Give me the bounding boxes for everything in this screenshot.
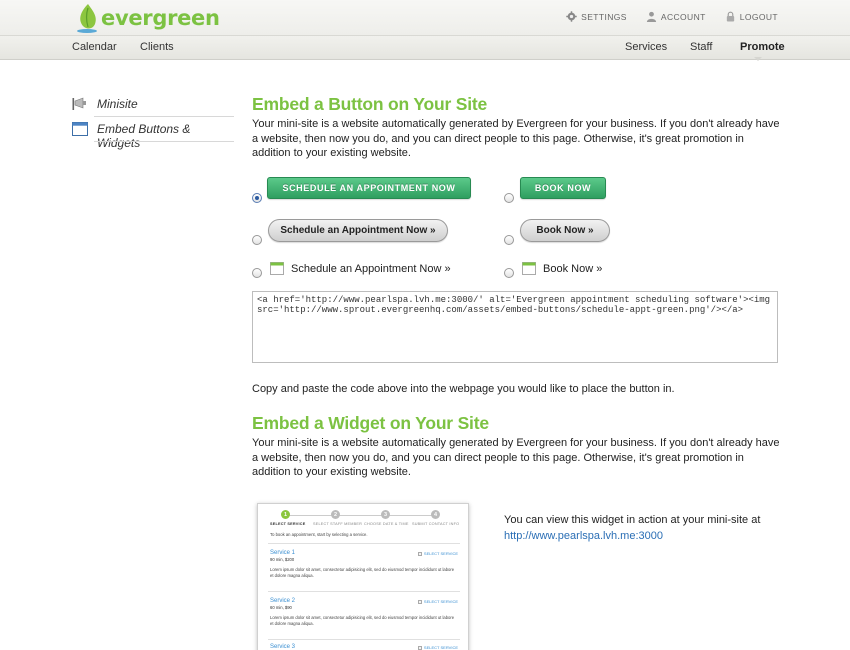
account-links: SETTINGS ACCOUNT LOGOUT: [566, 11, 778, 22]
nav-services[interactable]: Services: [625, 41, 667, 53]
radio-gray-short[interactable]: [504, 235, 514, 245]
radio-plain-short[interactable]: [504, 268, 514, 278]
step-3-label: CHOOSE DATE & TIME: [364, 522, 409, 526]
sidebar-label-embed: Embed Buttons & Widgets: [97, 122, 191, 150]
sidebar-item-embed[interactable]: Embed Buttons & Widgets: [72, 120, 234, 150]
logout-label: LOGOUT: [739, 11, 778, 22]
option-plain-schedule-link[interactable]: Schedule an Appointment Now »: [270, 262, 451, 275]
widget-divider: [268, 639, 460, 640]
step-2-marker: 2: [331, 510, 340, 519]
logout-link[interactable]: LOGOUT: [725, 11, 778, 22]
service-description: Lorem ipsum dolor sit amet, consectetur …: [270, 615, 455, 626]
evergreen-logo[interactable]: evergreen: [74, 2, 220, 34]
top-bar: evergreen SETTINGS ACCOUNT LOGOUT: [0, 0, 850, 36]
nav-staff[interactable]: Staff: [690, 41, 712, 53]
settings-label: SETTINGS: [581, 11, 627, 22]
select-service-label: SELECT SERVICE: [423, 551, 458, 556]
nav-promote[interactable]: Promote: [740, 41, 785, 53]
select-service-label: SELECT SERVICE: [423, 599, 458, 604]
radio-gray-long[interactable]: [252, 235, 262, 245]
embed-code-textarea[interactable]: <a href='http://www.pearlspa.lvh.me:3000…: [252, 291, 778, 363]
calendar-icon: [270, 262, 284, 275]
sidebar-divider: [94, 141, 234, 142]
leaf-logo-icon: [77, 4, 97, 33]
step-4-marker: 4: [431, 510, 440, 519]
minisite-link[interactable]: http://www.pearlspa.lvh.me:3000: [504, 528, 760, 544]
widget-divider: [268, 543, 460, 544]
gear-icon: [566, 11, 577, 22]
logo-wordmark: evergreen: [101, 6, 220, 30]
settings-link[interactable]: SETTINGS: [566, 11, 627, 22]
widget-intro: To book an appointment, start by selecti…: [270, 532, 368, 537]
plain-schedule-label: Schedule an Appointment Now »: [291, 262, 451, 275]
embed-button-description: Your mini-site is a website automaticall…: [252, 118, 780, 159]
select-service-2-button: SELECT SERVICE: [417, 599, 458, 604]
sidebar-item-minisite[interactable]: Minisite: [72, 95, 234, 117]
service-meta: 60 min, $90: [270, 605, 292, 610]
service-meta: 90 min, $200: [270, 557, 295, 562]
window-icon: [72, 122, 88, 136]
person-icon: [646, 11, 656, 22]
megaphone-icon: [72, 97, 86, 110]
step-1-marker: 1: [281, 510, 290, 519]
option-plain-book-link[interactable]: Book Now »: [522, 262, 602, 275]
widget-steps: 1 2 3 4: [258, 510, 468, 522]
step-3-marker: 3: [381, 510, 390, 519]
step-1-label: SELECT SERVICE: [270, 522, 306, 526]
radio-plain-long[interactable]: [252, 268, 262, 278]
widget-note-text: You can view this widget in action at yo…: [504, 514, 761, 526]
select-service-label: SELECT SERVICE: [423, 645, 458, 650]
sidebar-divider: [94, 116, 234, 117]
embed-button-title: Embed a Button on Your Site: [252, 94, 488, 114]
embed-widget-description: Your mini-site is a website automaticall…: [252, 437, 780, 478]
radio-green-long[interactable]: [252, 193, 262, 203]
widget-note: You can view this widget in action at yo…: [504, 512, 760, 544]
option-gray-schedule-button[interactable]: Schedule an Appointment Now »: [268, 219, 448, 242]
radio-green-short[interactable]: [504, 193, 514, 203]
embed-widget-title: Embed a Widget on Your Site: [252, 413, 489, 433]
sidebar-label-minisite: Minisite: [97, 97, 138, 111]
option-gray-book-button[interactable]: Book Now »: [520, 219, 610, 242]
embed-instructions: Copy and paste the code above into the w…: [252, 383, 675, 395]
service-description: Lorem ipsum dolor sit amet, consectetur …: [270, 567, 455, 578]
nav-clients[interactable]: Clients: [140, 41, 174, 53]
select-service-1-button: SELECT SERVICE: [417, 551, 458, 556]
account-link[interactable]: ACCOUNT: [646, 11, 706, 22]
option-green-schedule-button[interactable]: SCHEDULE AN APPOINTMENT NOW: [267, 177, 471, 199]
step-2-label: SELECT STAFF MEMBER: [313, 522, 363, 526]
select-service-3-button: SELECT SERVICE: [417, 645, 458, 650]
nav-calendar[interactable]: Calendar: [72, 41, 117, 53]
calendar-icon: [522, 262, 536, 275]
widget-preview: 1 2 3 4 SELECT SERVICE SELECT STAFF MEMB…: [257, 503, 469, 650]
widget-divider: [268, 591, 460, 592]
main-nav: Calendar Clients Services Staff Promote: [0, 36, 850, 60]
step-4-label: SUBMIT CONTACT INFO: [412, 522, 460, 526]
lock-icon: [726, 11, 734, 22]
steps-line: [286, 515, 436, 516]
plain-book-label: Book Now »: [543, 262, 603, 275]
option-green-book-button[interactable]: BOOK NOW: [520, 177, 606, 199]
account-label: ACCOUNT: [660, 11, 706, 22]
active-tab-caret: [754, 57, 762, 61]
